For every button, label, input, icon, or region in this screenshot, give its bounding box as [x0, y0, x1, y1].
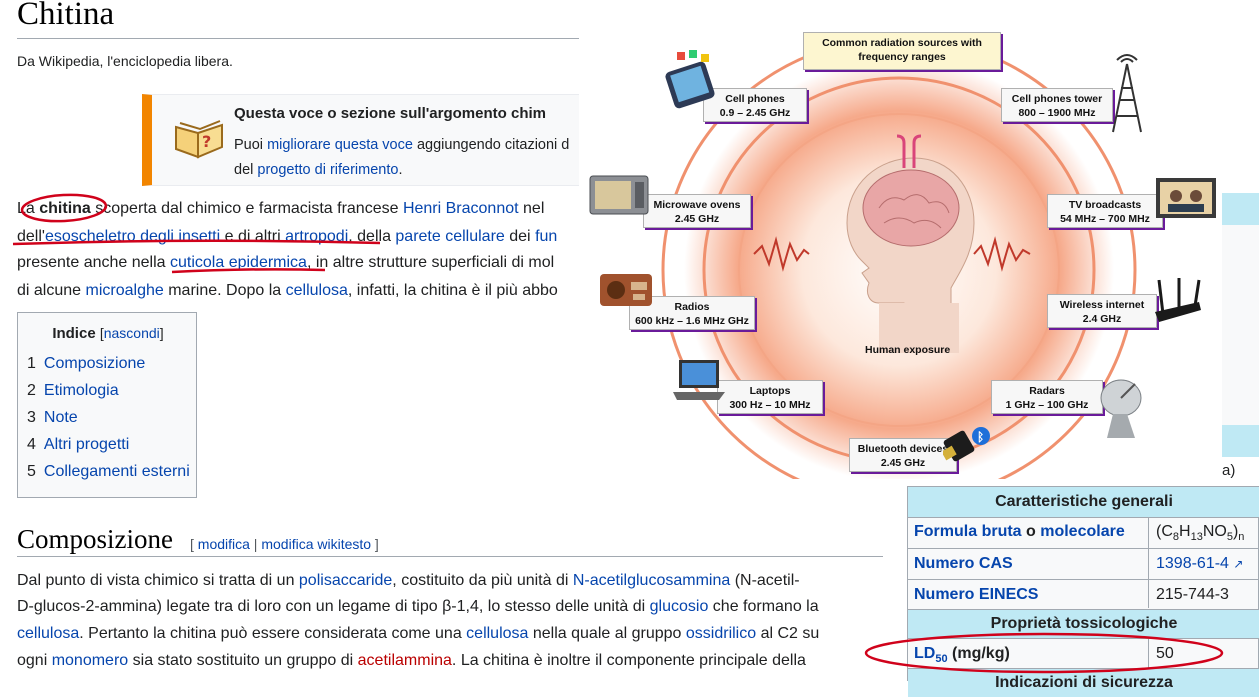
link-formula-bruta[interactable]: Formula bruta	[914, 523, 1022, 540]
page-title: Chitina	[17, 0, 115, 32]
notice-line-1: Puoi migliorare questa voce aggiungendo …	[234, 137, 570, 153]
infobox-row-ld50: LD50 (mg/kg) 50	[908, 638, 1259, 669]
body-line-2: D-glucos-2-ammina) legate tra di loro co…	[17, 598, 819, 615]
section-divider	[17, 556, 883, 557]
source-card-radars: Radars 1 GHz – 100 GHz	[991, 380, 1103, 414]
source-card-laptops: Laptops 300 Hz – 10 MHz	[717, 380, 823, 414]
notice-line-2: del progetto di riferimento.	[234, 162, 403, 178]
infobox-header-safety: Indicazioni di sicurezza	[908, 668, 1259, 697]
table-of-contents: Indice [nascondi] 1 Composizione 2 Etimolo…	[17, 312, 197, 498]
smartphone-icon	[665, 50, 715, 109]
einecs-value: 215-744-3	[1156, 586, 1229, 603]
external-link-icon: ↗	[1233, 557, 1244, 571]
bluetooth-dongle-icon: ᛒ	[943, 427, 990, 462]
ld50-value: 50	[1156, 645, 1174, 662]
infobox-row-einecs: Numero EINECS 215-744-3	[908, 579, 1259, 610]
link-glucosio[interactable]: glucosio	[650, 598, 709, 615]
svg-text:?: ?	[202, 132, 211, 151]
source-card-bluetooth: Bluetooth devices 2.45 GHz	[849, 438, 957, 472]
intro-line-3: presente anche nella cuticola epidermica…	[17, 254, 555, 271]
edit-section-link[interactable]: modifica	[198, 536, 250, 552]
link-molecolare[interactable]: molecolare	[1040, 523, 1124, 540]
redlink-acetilammina[interactable]: acetilammina	[358, 652, 452, 669]
link-parete-cellulare[interactable]: parete cellulare	[395, 228, 504, 245]
link-monomero[interactable]: monomero	[52, 652, 128, 669]
source-card-wifi: Wireless internet 2.4 GHz	[1047, 294, 1157, 328]
radiation-sources-figure: Common radiation sources with frequency …	[579, 18, 1222, 479]
body-line-1: Dal punto di vista chimico si tratta di …	[17, 572, 800, 589]
microwave-icon	[589, 175, 649, 215]
wifi-router-icon	[1155, 278, 1201, 322]
reference-project-link[interactable]: progetto di riferimento	[257, 162, 398, 178]
link-microalghe[interactable]: microalghe	[86, 282, 164, 299]
section-edit-links: [ modifica | modifica wikitesto ]	[190, 536, 379, 552]
maintenance-notice-box: ? Questa voce o sezione sull'argomento c…	[142, 94, 612, 186]
infobox-header-tox: Proprietà tossicologiche	[908, 609, 1259, 638]
infobox-body-fragment	[1222, 225, 1259, 425]
link-polisaccaride[interactable]: polisaccaride	[299, 572, 392, 589]
figure-title-card: Common radiation sources with frequency …	[803, 32, 1001, 70]
infobox-header-general: Caratteristiche generali	[908, 487, 1259, 517]
formula-value: (C8H13NO5)n	[1156, 523, 1245, 544]
notice-title: Questa voce o sezione sull'argomento chi…	[234, 105, 546, 122]
intro-line-2: dell'esoscheletro degli insetti e di alt…	[17, 228, 558, 245]
toc-item[interactable]: 3 Note	[27, 409, 78, 427]
term-chitina: chitina	[39, 200, 91, 217]
infobox-header-fragment	[1222, 425, 1259, 457]
link-cellulosa-2[interactable]: cellulosa	[17, 625, 79, 642]
body-line-4: ogni monomero sia stato sostituito un gr…	[17, 652, 806, 669]
human-exposure-label: Human exposure	[865, 344, 951, 356]
link-cas-value[interactable]: 1398-61-4	[1156, 555, 1229, 572]
open-book-question-icon: ?	[175, 120, 223, 159]
infobox-row-formula: Formula bruta o molecolare (C8H13NO5)n	[908, 517, 1259, 548]
radio-icon	[600, 274, 652, 306]
improve-article-link[interactable]: migliorare questa voce	[267, 137, 413, 153]
toc-item[interactable]: 2 Etimologia	[27, 382, 119, 400]
svg-text:ᛒ: ᛒ	[977, 430, 984, 444]
radar-dish-icon	[1100, 379, 1142, 438]
wikipedia-page: Chitina Da Wikipedia, l'enciclopedia lib…	[0, 0, 1259, 697]
source-card-microwave: Microwave ovens 2.45 GHz	[643, 194, 751, 228]
toc-hide-toggle[interactable]: nascondi	[104, 325, 160, 341]
infobox-row-cas: Numero CAS 1398-61-4 ↗	[908, 548, 1259, 579]
section-heading-composizione: Composizione	[17, 524, 173, 554]
link-esoscheletro[interactable]: esoscheletro degli insetti	[45, 228, 220, 245]
laptop-icon	[673, 360, 725, 400]
source-card-cell-phones: Cell phones 0.9 – 2.45 GHz	[703, 88, 807, 122]
link-ld50[interactable]: LD50	[914, 645, 948, 665]
link-henri-braconnot[interactable]: Henri Braconnot	[403, 200, 519, 217]
tv-broadcast-icon	[1156, 178, 1216, 218]
link-cuticola-epidermica[interactable]: cuticola epidermica	[170, 254, 307, 271]
link-cellulosa-3[interactable]: cellulosa	[466, 625, 528, 642]
intro-line-1: La chitina scoperta dal chimico e farmac…	[17, 200, 545, 217]
edit-wikitext-link[interactable]: modifica wikitesto	[261, 536, 371, 552]
toc-item[interactable]: 4 Altri progetti	[27, 436, 129, 454]
link-artropodi[interactable]: artropodi	[285, 228, 348, 245]
link-cellulosa[interactable]: cellulosa	[286, 282, 348, 299]
body-line-3: cellulosa. Pertanto la chitina può esser…	[17, 625, 820, 642]
link-numero-cas[interactable]: Numero CAS	[914, 555, 1013, 573]
link-funghi[interactable]: fun	[535, 228, 557, 245]
site-tagline: Da Wikipedia, l'enciclopedia libera.	[17, 53, 233, 69]
link-ossidrilico[interactable]: ossidrilico	[686, 625, 756, 642]
infobox-header-fragment	[1222, 193, 1259, 225]
chem-infobox: Caratteristiche generali Formula bruta o…	[907, 486, 1259, 697]
source-card-cell-tower: Cell phones tower 800 – 1900 MHz	[1001, 88, 1113, 122]
link-numero-einecs[interactable]: Numero EINECS	[914, 586, 1038, 604]
source-card-tv: TV broadcasts 54 MHz – 700 MHz	[1047, 194, 1163, 228]
infobox-clipped-text: a)	[1222, 462, 1236, 479]
cell-tower-icon	[1112, 54, 1142, 133]
link-n-acetilglucosammina[interactable]: N-acetilglucosammina	[573, 572, 730, 589]
toc-item[interactable]: 1 Composizione	[27, 355, 145, 373]
toc-item[interactable]: 5 Collegamenti esterni	[27, 463, 190, 481]
toc-header: Indice [nascondi]	[52, 325, 164, 342]
intro-line-4: di alcune microalghe marine. Dopo la cel…	[17, 282, 558, 299]
